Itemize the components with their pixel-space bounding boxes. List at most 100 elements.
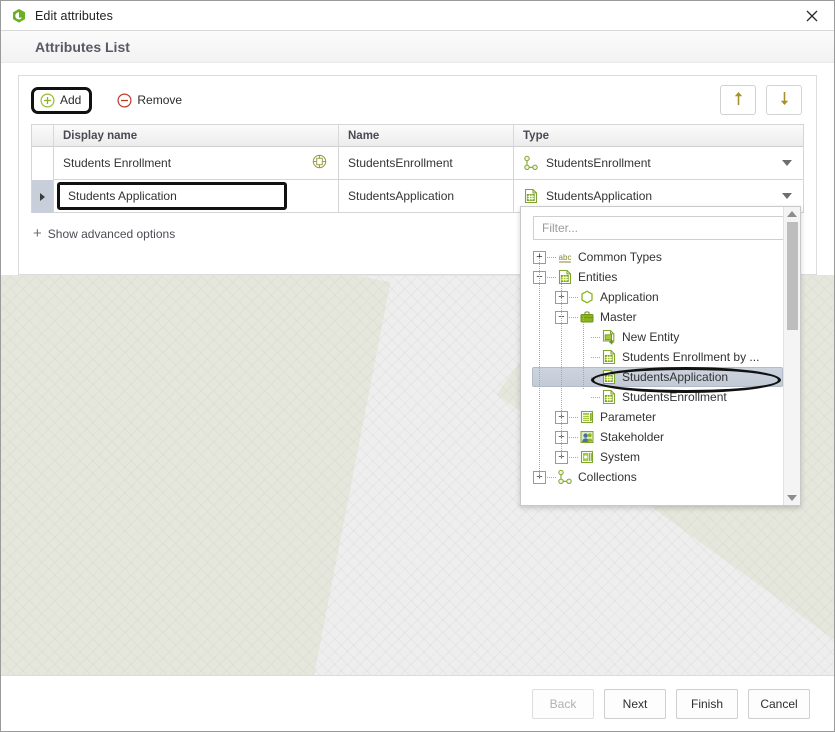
tree-item[interactable]: + System [533, 447, 783, 467]
tree-item-label: Application [600, 290, 659, 304]
back-button-label: Back [549, 696, 577, 711]
tree-item[interactable]: − Master [533, 307, 783, 327]
tree-item-label: New Entity [622, 330, 680, 344]
tree-connector-line [547, 256, 556, 258]
attributes-toolbar: Add Remove [19, 76, 816, 124]
finish-button-label: Finish [690, 696, 723, 711]
scroll-up-arrow-icon[interactable] [787, 211, 797, 217]
tree-item-label: System [600, 450, 641, 464]
cell-name[interactable]: StudentsEnrollment [339, 147, 514, 180]
add-button-label: Add [60, 93, 82, 107]
row-gutter-selected[interactable] [32, 180, 54, 213]
circle-minus-icon [117, 92, 132, 108]
row-gutter[interactable] [32, 147, 54, 180]
tree-item[interactable]: + Stakeholder [533, 427, 783, 447]
tree-item-label: Students Enrollment by ... [622, 350, 760, 364]
tree-connector-line [547, 476, 556, 478]
entity-document-icon [601, 369, 617, 385]
chevron-down-icon[interactable] [782, 193, 792, 199]
plus-icon: + [33, 225, 42, 242]
attributes-grid: Display name Name Type Students Enrollme… [31, 124, 804, 213]
tree-item[interactable]: + Collections [533, 467, 783, 487]
svg-text:abc: abc [559, 253, 572, 262]
app-hexagon-logo-icon [11, 8, 27, 24]
column-header-display-name[interactable]: Display name [54, 125, 339, 146]
tree-item-label: Master [600, 310, 637, 324]
tree-connector-line [569, 456, 578, 458]
entity-document-icon [557, 269, 573, 285]
tree-item[interactable]: + Application [533, 287, 783, 307]
tree-guide-line [539, 257, 540, 479]
edit-attributes-dialog: Edit attributes Attributes List Add Remo… [0, 0, 835, 732]
add-button[interactable]: Add [31, 86, 93, 114]
header-band: Attributes List [1, 31, 834, 63]
display-name-input-value: Students Application [68, 189, 177, 203]
tree-item[interactable]: New Entity [533, 327, 783, 347]
dialog-footer: Back Next Finish Cancel [1, 675, 834, 731]
cell-name[interactable]: StudentsApplication [339, 180, 514, 213]
move-down-button[interactable] [766, 85, 802, 115]
table-row[interactable]: Students Enrollment StudentsEnrollment S… [32, 147, 803, 180]
tree-connector-line [547, 276, 556, 278]
collection-nodes-icon [557, 469, 573, 485]
tree-item[interactable]: − Entities [533, 267, 783, 287]
tree-item-label: Collections [578, 470, 637, 484]
system-icon [579, 449, 595, 465]
tree-guide-line [583, 317, 584, 389]
tree-connector-line [569, 316, 578, 318]
column-header-name[interactable]: Name [339, 125, 514, 146]
tree-connector-line [591, 356, 600, 358]
filter-input[interactable]: Filter... [533, 216, 783, 240]
tree-item-label: Common Types [578, 250, 662, 264]
cancel-button[interactable]: Cancel [748, 688, 810, 719]
cell-name-text: StudentsApplication [348, 189, 455, 203]
arrow-up-icon [733, 91, 744, 109]
stakeholder-icon [579, 429, 595, 445]
show-advanced-options-label: Show advanced options [47, 226, 176, 241]
entity-document-icon [523, 188, 539, 204]
cell-display-name[interactable]: Students Enrollment [54, 147, 339, 180]
next-button[interactable]: Next [604, 688, 666, 719]
cell-display-name[interactable]: Students Application [54, 180, 339, 213]
chevron-down-icon[interactable] [782, 160, 792, 166]
type-dropdown-popup[interactable]: Filter... + abc Common Types − Entities + Appl… [520, 206, 801, 506]
move-up-button[interactable] [720, 85, 756, 115]
target-circle-icon[interactable] [312, 154, 327, 172]
scroll-down-arrow-icon[interactable] [787, 495, 797, 501]
collection-nodes-icon [523, 155, 539, 171]
tree-item[interactable]: StudentsEnrollment [533, 387, 783, 407]
cell-type-text: StudentsApplication [546, 189, 653, 203]
back-button[interactable]: Back [532, 688, 594, 719]
circle-plus-icon [40, 92, 55, 108]
entity-document-icon [601, 389, 617, 405]
cancel-button-label: Cancel [760, 696, 798, 711]
arrow-down-icon [779, 91, 790, 109]
tree-item-label: Stakeholder [600, 430, 665, 444]
tree-connector-line [569, 416, 578, 418]
column-header-type[interactable]: Type [514, 125, 803, 146]
tree-item-label: StudentsEnrollment [622, 390, 727, 404]
parameter-icon [579, 409, 595, 425]
finish-button[interactable]: Finish [676, 688, 738, 719]
tree-item[interactable]: + abc Common Types [533, 247, 783, 267]
tree-connector-line [591, 396, 600, 398]
tree-item[interactable]: + Parameter [533, 407, 783, 427]
cell-display-name-text: Students Enrollment [63, 156, 172, 170]
cell-type[interactable]: StudentsEnrollment [514, 147, 803, 180]
tree-connector-line [591, 336, 600, 338]
scrollbar-thumb[interactable] [786, 222, 798, 330]
dropdown-scrollbar[interactable] [783, 207, 800, 505]
cell-type-text: StudentsEnrollment [546, 156, 651, 170]
display-name-input[interactable]: Students Application [57, 182, 287, 210]
tree-connector-line [591, 376, 600, 378]
tree-item[interactable]: Students Enrollment by ... [533, 347, 783, 367]
entity-document-icon [601, 349, 617, 365]
row-indicator-icon [40, 192, 45, 201]
abc-icon: abc [557, 249, 573, 265]
page-title: Attributes List [35, 38, 130, 55]
tree-item[interactable]: StudentsApplication [532, 367, 783, 387]
new-entity-icon [601, 329, 617, 345]
type-tree: + abc Common Types − Entities + Application − Ma… [532, 247, 783, 487]
close-icon[interactable] [790, 1, 834, 30]
remove-button[interactable]: Remove [108, 89, 191, 112]
